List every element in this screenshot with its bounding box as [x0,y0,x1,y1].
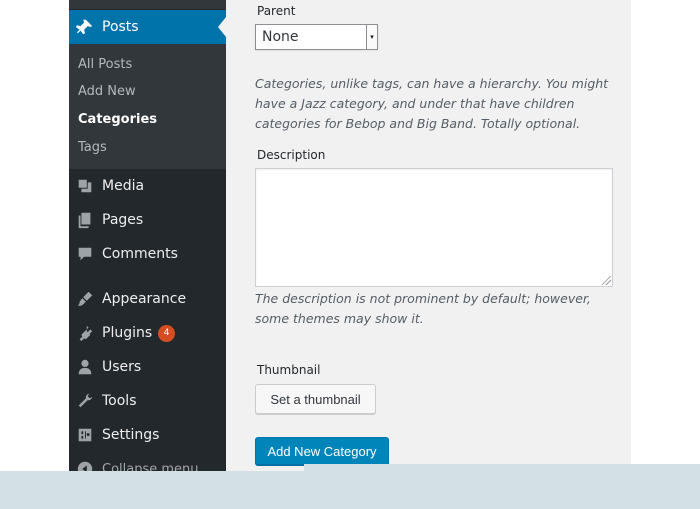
menu-item-pages[interactable]: Pages [69,203,226,237]
bottom-overlay-left [0,471,304,509]
resize-handle-icon[interactable] [602,276,611,285]
menu-item-media[interactable]: Media [69,169,226,203]
parent-label: Parent [257,4,296,18]
add-new-category-button[interactable]: Add New Category [255,437,389,465]
parent-help-text: Categories, unlike tags, can have a hier… [255,76,609,131]
menu-item-tools[interactable]: Tools [69,384,226,418]
menu-label-posts: Posts [102,19,139,35]
edit-category-form: Parent None ▾ Categories, unlike tags, c… [226,0,631,509]
comments-icon [75,244,95,264]
tools-icon [75,391,95,411]
bottom-overlay-right [304,464,700,509]
current-arrow [218,17,226,37]
settings-icon [75,425,95,445]
menu-item-plugins[interactable]: Plugins 4 [69,316,226,350]
menu-label-plugins: Plugins [102,325,153,341]
menu-label-comments: Comments [102,246,178,262]
menu-label-settings: Settings [102,427,160,443]
menu-label-users: Users [102,359,142,375]
set-thumbnail-button[interactable]: Set a thumbnail [255,384,376,414]
pin-icon [75,17,95,37]
posts-submenu: All Posts Add New Categories Tags [69,44,226,169]
sidebar-top-edge [69,0,226,9]
menu-label-appearance: Appearance [102,291,187,307]
description-help-text: The description is not prominent by defa… [255,291,591,326]
submenu-all-posts[interactable]: All Posts [78,57,132,72]
thumbnail-label: Thumbnail [257,363,321,377]
menu-item-comments[interactable]: Comments [69,237,226,271]
menu-label-media: Media [102,178,145,194]
plugins-icon [75,323,95,343]
media-icon [75,176,95,196]
description-label: Description [257,148,326,162]
appearance-icon [75,289,95,309]
menu-label-pages: Pages [102,212,144,228]
parent-select[interactable]: None ▾ [255,24,378,50]
menu-item-settings[interactable]: Settings [69,418,226,452]
admin-sidebar: Posts All Posts Add New Categories Tags … [69,0,226,509]
description-textarea[interactable] [255,168,613,287]
menu-item-posts[interactable]: Posts [69,10,226,44]
users-icon [75,357,95,377]
menu-item-appearance[interactable]: Appearance [69,282,226,316]
chevron-down-icon: ▾ [366,25,377,49]
pages-icon [75,210,95,230]
parent-select-value: None [262,29,299,45]
submenu-add-new[interactable]: Add New [78,84,136,99]
menu-item-users[interactable]: Users [69,350,226,384]
submenu-categories[interactable]: Categories [78,112,157,127]
plugins-update-badge: 4 [158,324,176,342]
menu-label-tools: Tools [102,393,137,409]
submenu-tags[interactable]: Tags [78,140,107,155]
